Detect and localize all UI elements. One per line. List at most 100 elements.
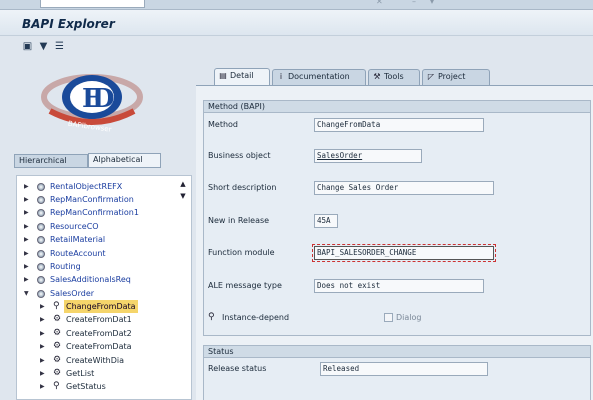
method-icon: ⚙ [53, 328, 62, 338]
expand-right-icon[interactable]: ▶ [40, 340, 45, 353]
system-toolbar: ✕ – ▾ [0, 0, 593, 10]
tab-detail[interactable]: ▤ Detail [214, 68, 270, 86]
business-object-icon [37, 250, 45, 258]
instance-icon: ⚲ [208, 312, 215, 322]
tree-node-label: SalesOrder [50, 289, 95, 298]
expand-right-icon[interactable]: ▶ [40, 300, 45, 313]
tree-node-label: RepManConfirmation [50, 195, 134, 204]
tree-node-label: SalesAdditionalsReq [50, 275, 131, 284]
expand-right-icon[interactable]: ▶ [40, 354, 45, 367]
minimize-icon[interactable]: – [412, 0, 420, 6]
function-module-label: Function module [208, 248, 275, 257]
tree-node-label: RepManConfirmation1 [50, 208, 139, 217]
method-label: Method [208, 120, 239, 129]
expand-right-icon[interactable]: ▶ [40, 327, 45, 340]
list-icon[interactable]: ☰ [54, 41, 65, 52]
tab-label: Detail [230, 71, 254, 80]
tab-documentation[interactable]: i Documentation [272, 69, 366, 85]
tab-label: Project [438, 72, 466, 81]
new-in-release-field[interactable]: 45A [314, 214, 338, 228]
expand-right-icon[interactable]: ▶ [24, 233, 29, 246]
info-icon: i [279, 72, 283, 81]
svg-text:D: D [92, 84, 115, 114]
tab-project[interactable]: ◸ Project [422, 69, 490, 85]
expand-right-icon[interactable]: ▶ [24, 206, 29, 219]
field-row-short-description: Short description Change Sales Order [204, 180, 590, 196]
tree-child-label: CreateWithDia [66, 356, 125, 365]
business-object-icon [37, 183, 45, 191]
title-bar: BAPI Explorer [0, 10, 593, 36]
method-icon: ⚙ [53, 341, 62, 351]
instance-depend-label: Instance-depend [222, 313, 290, 322]
bapi-method-icon: ⚲ [53, 301, 60, 311]
field-row-new-in-release: New in Release 45A [204, 213, 590, 229]
expand-right-icon[interactable]: ▶ [24, 220, 29, 233]
detail-content: Method (BAPI) Method ChangeFromData Busi… [196, 85, 593, 400]
business-object-field[interactable]: SalesOrder [314, 149, 422, 163]
method-group: Method (BAPI) Method ChangeFromData Busi… [203, 100, 591, 336]
status-group: Status Release status Released [203, 345, 591, 400]
scroll-up-icon[interactable]: ▲ [179, 180, 187, 188]
business-object-icon [37, 263, 45, 271]
detail-panel: ▤ Detail i Documentation ⚒ Tools ◸ Project Meth… [196, 57, 593, 400]
expand-right-icon[interactable]: ▶ [24, 180, 29, 193]
tab-alphabetical[interactable]: Alphabetical [88, 153, 161, 168]
tab-tools[interactable]: ⚒ Tools [368, 69, 420, 85]
command-field[interactable] [40, 0, 145, 8]
menu-icon[interactable]: ▾ [430, 0, 438, 6]
tree-child-label: CreateFromData [66, 342, 132, 351]
short-description-label: Short description [208, 183, 277, 192]
ale-message-type-label: ALE message type [208, 281, 282, 290]
expand-right-icon[interactable]: ▶ [40, 313, 45, 326]
method-icon: ⚙ [53, 314, 62, 324]
hierarchy-icon[interactable]: ▣ [22, 41, 33, 52]
release-status-field[interactable]: Released [320, 362, 488, 376]
expand-right-icon[interactable]: ▶ [24, 247, 29, 260]
tree-node-label: Routing [50, 262, 81, 271]
bapi-method-icon: ⚲ [53, 381, 60, 391]
application-toolbar: ▣ ▼ ☰ [0, 37, 593, 57]
field-row-function-module: Function module BAPI_SALESORDER_CHANGE [204, 244, 590, 262]
tab-label: Documentation [288, 72, 350, 81]
expand-right-icon[interactable]: ▶ [24, 193, 29, 206]
status-group-header: Status [204, 346, 590, 358]
business-object-icon [37, 276, 45, 284]
expand-down-icon[interactable]: ▼ [24, 287, 29, 300]
tree-node-label: RentalObjectREFX [50, 182, 123, 191]
window-title: BAPI Explorer [22, 17, 115, 31]
tree-scrollbar[interactable]: ▲ ▼ [179, 180, 187, 210]
new-in-release-label: New in Release [208, 216, 270, 225]
field-row-business-object: Business object SalesOrder [204, 148, 590, 164]
filter-icon[interactable]: ▼ [38, 41, 49, 52]
expand-right-icon[interactable]: ▶ [24, 273, 29, 286]
tree-child-label: GetStatus [66, 382, 106, 391]
ale-message-type-field[interactable]: Does not exist [314, 279, 484, 293]
tools-icon: ⚒ [373, 72, 381, 81]
function-module-field[interactable]: BAPI_SALESORDER_CHANGE [312, 244, 496, 262]
expand-right-icon[interactable]: ▶ [40, 367, 45, 380]
tab-hierarchical[interactable]: Hierarchical [14, 154, 88, 168]
business-object-icon [37, 236, 45, 244]
expand-right-icon[interactable]: ▶ [40, 380, 45, 393]
field-row-ale-message-type: ALE message type Does not exist [204, 278, 590, 294]
expand-right-icon[interactable]: ▶ [24, 260, 29, 273]
bapi-logo: E D BAPIbrowser [41, 74, 143, 134]
short-description-field[interactable]: Change Sales Order [314, 181, 494, 195]
method-icon: ⚙ [53, 368, 62, 378]
business-object-label: Business object [208, 151, 271, 160]
field-row-instance: ⚲ Instance-depend Dialog [204, 310, 590, 326]
tree-node-label: RouteAccount [50, 249, 106, 258]
bapi-tree: ▲ ▼ ▶ RentalObjectREFX ▶ RepManConfirmation… [16, 175, 192, 400]
method-field[interactable]: ChangeFromData [314, 118, 484, 132]
project-icon: ◸ [427, 72, 435, 81]
tree-child-label: CreateFromDat2 [66, 329, 132, 338]
close-icon[interactable]: ✕ [376, 0, 384, 6]
tree-child-label: ChangeFromData [64, 300, 138, 313]
tree-node-label: RetailMaterial [50, 235, 106, 244]
scroll-down-icon[interactable]: ▼ [179, 192, 187, 200]
business-object-icon [37, 196, 45, 204]
dialog-checkbox[interactable] [384, 313, 393, 322]
navigation-panel: E D BAPIbrowser Hierarchical Alphabetica… [0, 57, 196, 400]
dialog-checkbox-label: Dialog [396, 313, 422, 322]
business-object-icon [37, 209, 45, 217]
